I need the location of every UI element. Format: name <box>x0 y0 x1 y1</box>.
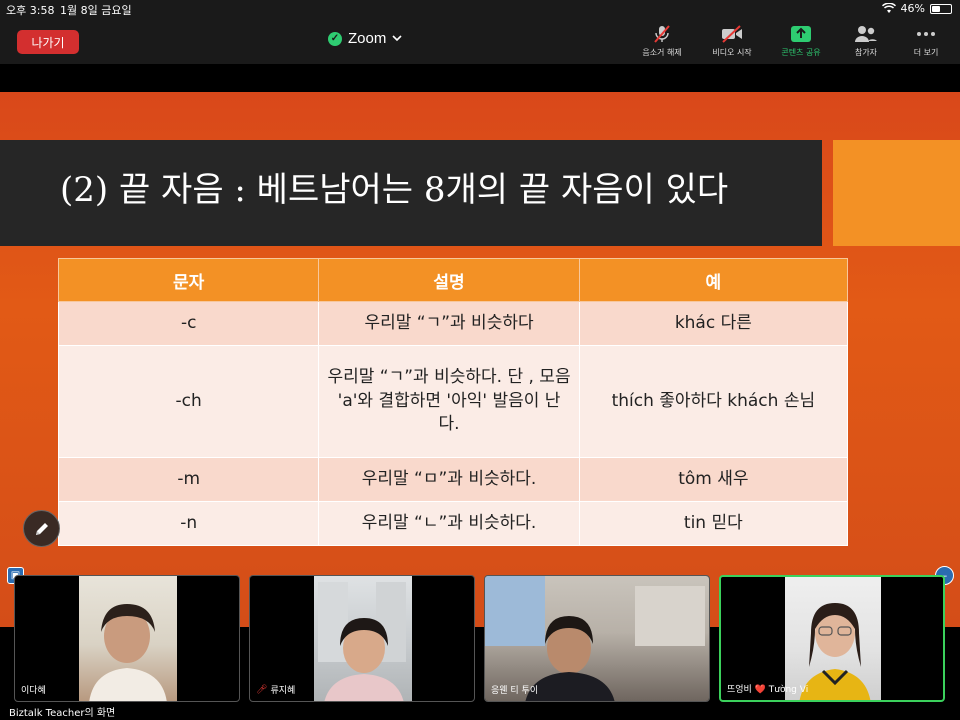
meeting-toolbar: 나가기 ✓ Zoom 음소거 해제 비디오 시작 콘텐츠 공유 참가자 더 보기 <box>0 18 960 64</box>
start-video-label: 비디오 시작 <box>712 48 752 57</box>
table-cell: 우리말 “ㄱ”과 비슷하다 <box>318 301 580 346</box>
shared-slide: (2) 끝 자음 : 베트남어는 8개의 끝 자음이 있다 문자 설명 예 -c… <box>0 92 960 627</box>
meeting-title[interactable]: ✓ Zoom <box>328 30 402 47</box>
share-top-band <box>0 64 960 92</box>
participant-tile-active[interactable]: 뜨엉비 ❤️ Tường Vi <box>719 575 945 702</box>
consonant-table: 문자 설명 예 -c 우리말 “ㄱ”과 비슷하다 khác 다른 -ch 우리말… <box>57 258 849 546</box>
screen-share-label: Biztalk Teacher의 화면 <box>6 703 119 720</box>
unmute-button[interactable]: 음소거 해제 <box>632 24 692 58</box>
table-row: -c 우리말 “ㄱ”과 비슷하다 khác 다른 <box>57 301 849 346</box>
table-header-row: 문자 설명 예 <box>57 258 849 302</box>
app-title: Zoom <box>348 30 387 47</box>
table-cell: -ch <box>57 345 320 458</box>
leave-button[interactable]: 나가기 <box>17 30 79 54</box>
more-icon <box>917 32 935 36</box>
status-time: 오후 3:58 <box>6 4 55 17</box>
table-cell: 우리말 “ㄴ”과 비슷하다. <box>318 501 580 546</box>
share-content-label: 콘텐츠 공유 <box>781 48 821 57</box>
status-right: 46% <box>881 2 952 15</box>
participant-video <box>314 576 412 701</box>
table-cell: 우리말 “ㄱ”과 비슷하다. 단 , 모음 'a'와 결합하면 '아익' 발음이… <box>318 345 580 458</box>
more-label: 더 보기 <box>913 48 939 57</box>
table-cell: thích 좋아하다 khách 손님 <box>578 345 849 458</box>
participant-video <box>79 576 177 701</box>
battery-icon <box>930 3 952 14</box>
share-content-button[interactable]: 콘텐츠 공유 <box>771 24 831 58</box>
mic-muted-icon: 🎤︎ <box>256 684 268 695</box>
table-row: -ch 우리말 “ㄱ”과 비슷하다. 단 , 모음 'a'와 결합하면 '아익'… <box>57 345 849 458</box>
wifi-icon <box>881 3 896 13</box>
mic-muted-icon <box>654 25 670 43</box>
participants-icon <box>855 26 877 42</box>
pencil-icon <box>35 522 48 535</box>
participants-button[interactable]: 참가자 <box>836 24 896 58</box>
table-cell: -c <box>57 301 320 346</box>
table-header: 설명 <box>318 258 580 302</box>
participant-name: 🎤︎ 류지혜 <box>256 684 296 697</box>
participant-name: 이다혜 <box>21 686 46 696</box>
more-button[interactable]: 더 보기 <box>896 24 956 58</box>
shield-check-icon: ✓ <box>328 31 342 46</box>
chevron-down-icon <box>392 35 402 42</box>
slide-accent-box <box>833 140 960 246</box>
table-cell: -n <box>57 501 320 546</box>
start-video-button[interactable]: 비디오 시작 <box>702 24 762 58</box>
table-cell: -m <box>57 457 320 502</box>
share-screen-icon <box>791 26 811 42</box>
table-row: -n 우리말 “ㄴ”과 비슷하다. tin 믿다 <box>57 501 849 546</box>
unmute-label: 음소거 해제 <box>642 48 682 57</box>
participant-name: 응웬 티 투이 <box>491 686 539 696</box>
slide-title: (2) 끝 자음 : 베트남어는 8개의 끝 자음이 있다 <box>60 170 729 210</box>
participants-label: 참가자 <box>854 48 878 57</box>
table-header: 문자 <box>57 258 320 302</box>
participant-tile[interactable]: 이다혜 <box>14 575 240 702</box>
table-cell: tin 믿다 <box>578 501 849 546</box>
battery-percent: 46% <box>900 2 925 15</box>
table-cell: tôm 새우 <box>578 457 849 502</box>
participant-tile[interactable]: 🎤︎ 류지혜 <box>249 575 475 702</box>
table-cell: 우리말 “ㅁ”과 비슷하다. <box>318 457 580 502</box>
status-date: 1월 8일 금요일 <box>60 4 132 17</box>
video-off-icon <box>722 25 742 43</box>
table-cell: khác 다른 <box>578 301 849 346</box>
table-header: 예 <box>578 258 849 302</box>
participant-tile[interactable]: 응웬 티 투이 <box>484 575 710 702</box>
table-row: -m 우리말 “ㅁ”과 비슷하다. tôm 새우 <box>57 457 849 502</box>
status-bar: 오후 3:58 1월 8일 금요일 46% <box>0 0 960 18</box>
participant-name: 뜨엉비 ❤️ Tường Vi <box>727 685 809 695</box>
annotate-button[interactable] <box>23 510 60 547</box>
